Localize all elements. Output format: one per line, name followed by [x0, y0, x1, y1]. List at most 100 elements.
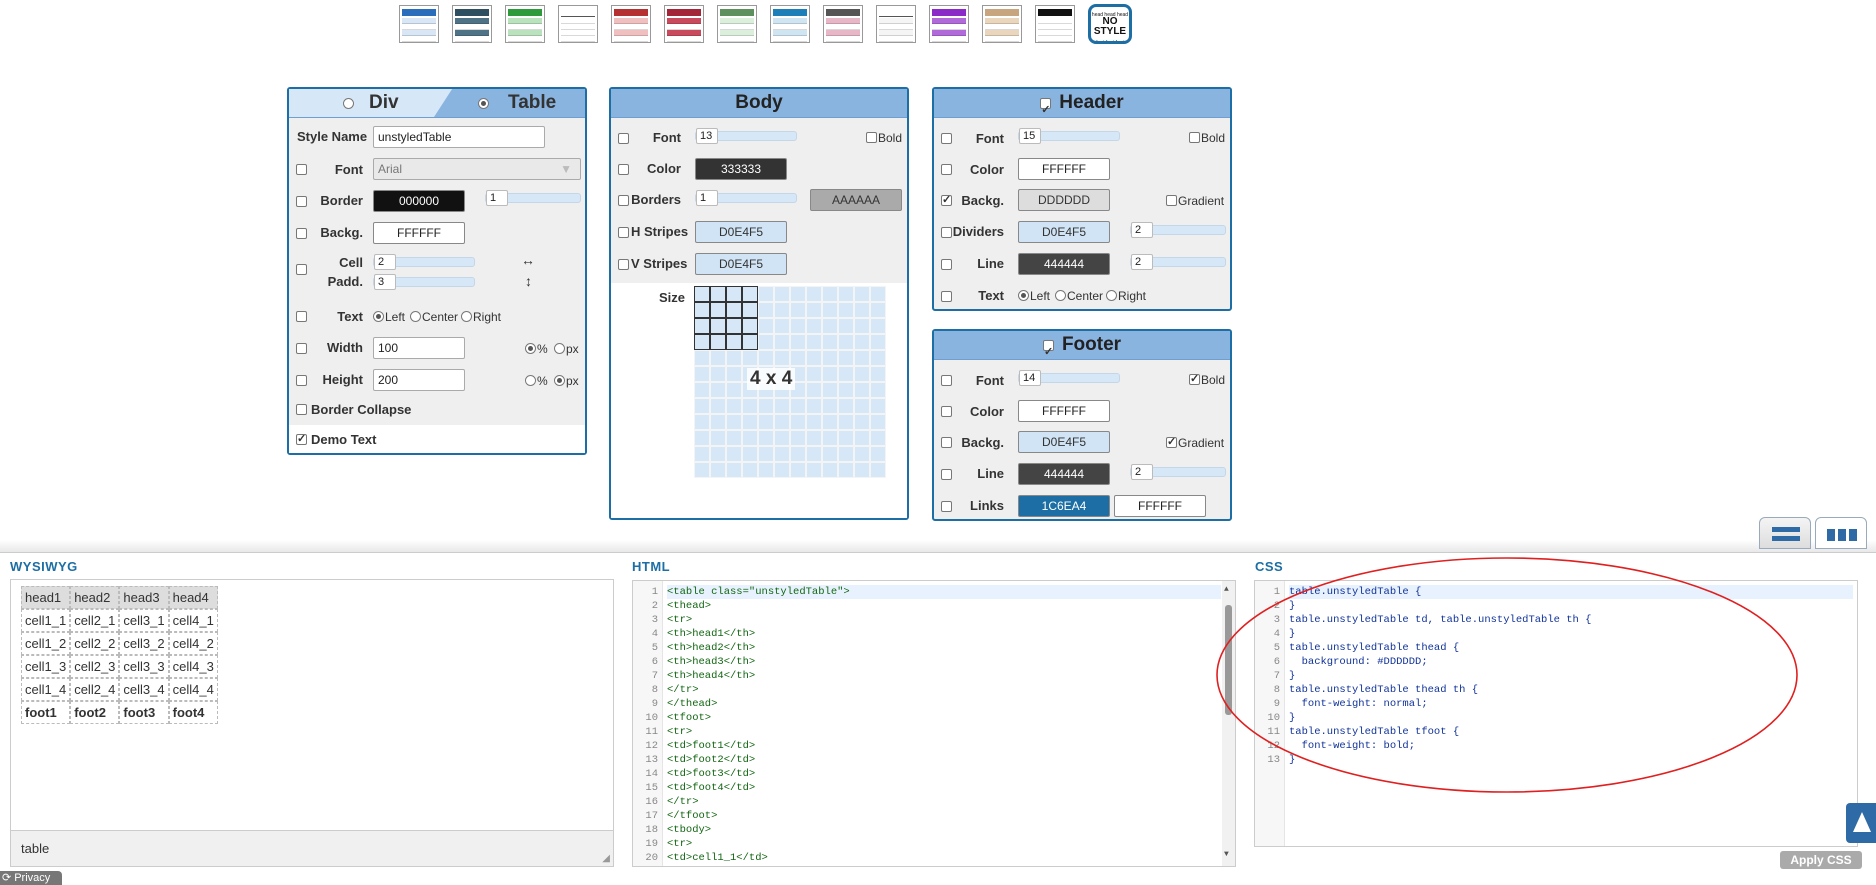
- tab-div[interactable]: Div: [289, 89, 439, 117]
- header-text-center-radio[interactable]: [1055, 290, 1066, 301]
- tab-table[interactable]: Table: [434, 89, 585, 117]
- size-grid-cell[interactable]: [790, 414, 806, 430]
- size-grid-cell[interactable]: [790, 286, 806, 302]
- border-collapse-checkbox[interactable]: [296, 404, 307, 415]
- html-code-lines[interactable]: <table class="unstyledTable"> <thead> <tr>…: [667, 585, 1221, 865]
- width-checkbox[interactable]: [296, 343, 307, 354]
- size-grid-cell[interactable]: [726, 334, 742, 350]
- theme-pink-icon[interactable]: [823, 5, 863, 43]
- size-grid-cell[interactable]: [774, 302, 790, 318]
- size-grid-cell[interactable]: [822, 382, 838, 398]
- code-line[interactable]: <td>cell1_1</td>: [667, 851, 1221, 865]
- border-checkbox[interactable]: [296, 196, 307, 207]
- size-grid-cell[interactable]: [790, 302, 806, 318]
- size-grid-cell[interactable]: [822, 286, 838, 302]
- code-line[interactable]: </thead>: [667, 697, 1221, 711]
- size-grid-cell[interactable]: [854, 334, 870, 350]
- size-grid-cell[interactable]: [838, 366, 854, 382]
- size-grid-cell[interactable]: [758, 462, 774, 478]
- size-grid-cell[interactable]: [806, 286, 822, 302]
- size-grid-cell[interactable]: [774, 318, 790, 334]
- size-grid-cell[interactable]: [870, 382, 886, 398]
- size-grid-cell[interactable]: [870, 414, 886, 430]
- scroll-to-top-button[interactable]: [1846, 803, 1876, 843]
- theme-no-style-icon[interactable]: head head head NO STYLE foot foot foot: [1088, 4, 1132, 44]
- width-input[interactable]: 100: [373, 337, 465, 359]
- size-grid-cell[interactable]: [822, 446, 838, 462]
- scroll-down-icon[interactable]: ▼: [1224, 848, 1229, 862]
- size-grid-cell[interactable]: [790, 318, 806, 334]
- footer-color-checkbox[interactable]: [941, 406, 952, 417]
- theme-purple-icon[interactable]: [929, 5, 969, 43]
- html-editor[interactable]: 1 2 3 4 5 6 7 8 9 10 11 12 13 14 15 16 17 18 19 20 <table c…: [632, 580, 1236, 867]
- cell-padding-checkbox[interactable]: [296, 264, 307, 275]
- code-line[interactable]: </tfoot>: [667, 809, 1221, 823]
- theme-tan-icon[interactable]: [982, 5, 1022, 43]
- font-checkbox[interactable]: [296, 164, 307, 175]
- size-grid-cell[interactable]: [838, 318, 854, 334]
- height-checkbox[interactable]: [296, 375, 307, 386]
- size-grid-cell[interactable]: [838, 446, 854, 462]
- size-grid-cell[interactable]: [774, 446, 790, 462]
- cell-horizontal-slider[interactable]: 2: [373, 254, 475, 270]
- header-text-right-radio[interactable]: [1106, 290, 1117, 301]
- size-grid-cell[interactable]: [790, 398, 806, 414]
- text-align-checkbox[interactable]: [296, 311, 307, 322]
- size-grid-cell[interactable]: [822, 366, 838, 382]
- size-grid-cell[interactable]: [822, 302, 838, 318]
- size-grid-cell[interactable]: [838, 350, 854, 366]
- header-line-swatch[interactable]: 444444: [1018, 253, 1110, 275]
- header-line-width-value[interactable]: 2: [1131, 254, 1153, 270]
- body-font-size-value[interactable]: 13: [696, 128, 718, 144]
- tab-table-radio[interactable]: [478, 98, 489, 109]
- size-grid-cell[interactable]: [806, 382, 822, 398]
- size-grid-cell[interactable]: [822, 398, 838, 414]
- size-grid-cell[interactable]: [726, 302, 742, 318]
- size-grid-cell[interactable]: [822, 430, 838, 446]
- header-line-width-slider[interactable]: 2: [1130, 254, 1226, 270]
- footer-backg-swatch[interactable]: D0E4F5: [1018, 431, 1110, 453]
- size-grid-cell[interactable]: [854, 398, 870, 414]
- footer-line-width-value[interactable]: 2: [1131, 464, 1153, 480]
- size-grid-cell[interactable]: [742, 446, 758, 462]
- code-line[interactable]: <tr>: [667, 837, 1221, 851]
- size-grid-cell[interactable]: [870, 398, 886, 414]
- size-grid-cell[interactable]: [694, 446, 710, 462]
- header-dividers-width-slider[interactable]: 2: [1130, 222, 1226, 238]
- size-grid-cell[interactable]: [710, 334, 726, 350]
- size-grid-cell[interactable]: [742, 430, 758, 446]
- size-grid-cell[interactable]: [806, 350, 822, 366]
- size-grid-cell[interactable]: [758, 334, 774, 350]
- header-font-checkbox[interactable]: [941, 133, 952, 144]
- header-color-swatch[interactable]: FFFFFF: [1018, 158, 1110, 180]
- size-grid-cell[interactable]: [726, 414, 742, 430]
- size-grid-cell[interactable]: [726, 446, 742, 462]
- h-stripes-color-swatch[interactable]: D0E4F5: [695, 221, 787, 243]
- size-grid-cell[interactable]: [758, 414, 774, 430]
- size-grid-cell[interactable]: [822, 318, 838, 334]
- size-grid-cell[interactable]: [806, 302, 822, 318]
- size-grid-cell[interactable]: [694, 318, 710, 334]
- size-grid-cell[interactable]: [758, 398, 774, 414]
- footer-links-color-swatch[interactable]: 1C6EA4: [1018, 495, 1110, 517]
- theme-red-icon[interactable]: [611, 5, 651, 43]
- size-grid-cell[interactable]: [774, 414, 790, 430]
- header-text-left-radio[interactable]: [1018, 290, 1029, 301]
- theme-crimson-icon[interactable]: [664, 5, 704, 43]
- cell-vertical-value[interactable]: 3: [374, 274, 396, 290]
- size-grid-cell[interactable]: [854, 286, 870, 302]
- code-line[interactable]: <td>foot2</td>: [667, 753, 1221, 767]
- body-bold-checkbox[interactable]: [866, 132, 877, 143]
- demo-text-checkbox[interactable]: [296, 432, 307, 445]
- size-grid-cell[interactable]: [806, 414, 822, 430]
- text-center-radio[interactable]: [410, 311, 421, 322]
- size-grid-cell[interactable]: [710, 382, 726, 398]
- size-grid-cell[interactable]: [726, 286, 742, 302]
- backg-color-swatch[interactable]: FFFFFF: [373, 222, 465, 244]
- body-color-swatch[interactable]: 333333: [695, 158, 787, 180]
- code-line[interactable]: <thead>: [667, 599, 1221, 613]
- size-grid-cell[interactable]: [710, 302, 726, 318]
- backg-checkbox[interactable]: [296, 228, 307, 239]
- code-line[interactable]: <tbody>: [667, 823, 1221, 837]
- footer-links-hover-swatch[interactable]: FFFFFF: [1114, 495, 1206, 517]
